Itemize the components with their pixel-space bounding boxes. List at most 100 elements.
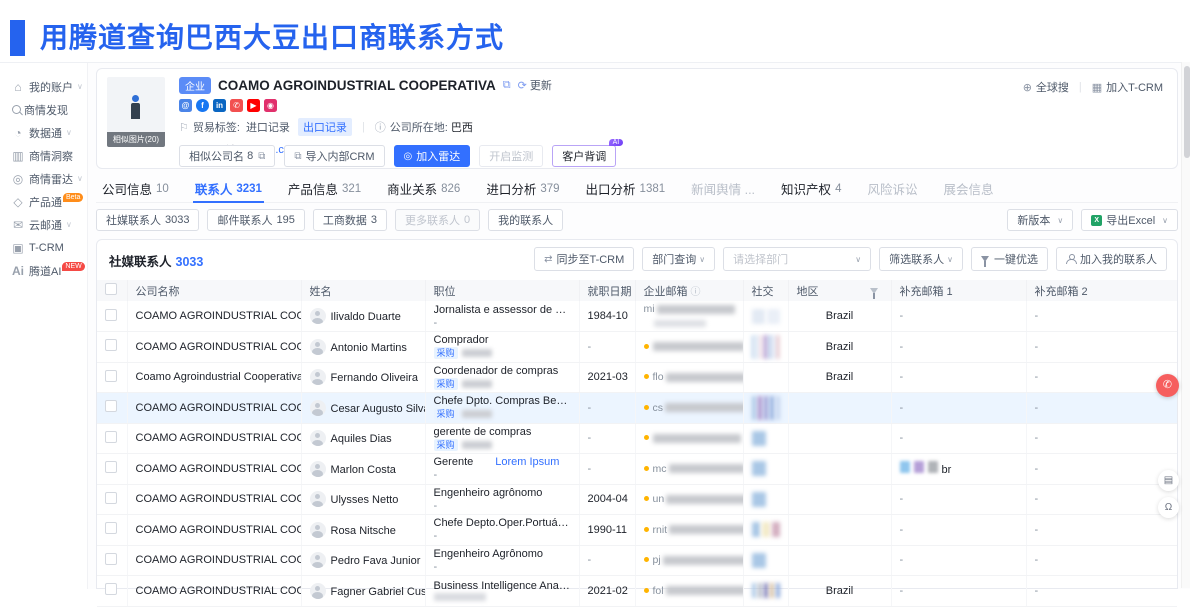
tab-label: 风险诉讼 <box>867 179 917 198</box>
contact-row-4[interactable]: COAMO AGROINDUSTRIAL COOPERAT...Cesar Au… <box>97 393 1177 424</box>
linkedin-icon[interactable]: in <box>213 99 226 112</box>
sidebar-item-4[interactable]: ▥商情洞察 <box>0 144 87 167</box>
import-crm-button[interactable]: ⧉导入内部CRM <box>284 145 384 167</box>
background-check-button[interactable]: 客户背调 AI <box>552 145 616 167</box>
sidebar-item-9[interactable]: Ai腾道AINEW› <box>0 259 87 282</box>
phone-icon[interactable]: ✆ <box>230 99 243 112</box>
contact-row-9[interactable]: COAMO AGROINDUSTRIAL COOPERAT...Pedro Fa… <box>97 545 1177 576</box>
chip-5[interactable]: 我的联系人 <box>488 209 563 231</box>
contact-row-5[interactable]: COAMO AGROINDUSTRIAL COOPERAT...Aquiles … <box>97 423 1177 454</box>
name-cell[interactable]: Ilivaldo Duarte <box>301 301 425 332</box>
chip-2[interactable]: 邮件联系人195 <box>207 209 304 231</box>
filter-contacts-dropdown[interactable]: 筛选联系人∨ <box>879 247 963 271</box>
sidebar-item-1[interactable]: ⌂我的账户∨ <box>0 75 87 98</box>
dept-tag: 采购 <box>434 439 458 451</box>
social-cell <box>743 393 788 424</box>
contact-row-3[interactable]: Coamo Agroindustrial CooperativaFernando… <box>97 362 1177 393</box>
survey-float-icon[interactable]: ▤ <box>1158 470 1179 491</box>
filter-icon[interactable] <box>870 288 878 294</box>
tab-8[interactable]: 知识产权4 <box>779 175 843 202</box>
name-cell[interactable]: Aquiles Dias <box>301 423 425 454</box>
lorem-link[interactable]: Lorem Ipsum <box>495 456 559 468</box>
facebook-icon[interactable]: f <box>196 99 209 112</box>
row-checkbox[interactable] <box>105 461 117 473</box>
export-excel-button[interactable]: X 导出Excel∨ <box>1081 209 1178 231</box>
sidebar-item-label: 数据通 <box>29 125 62 141</box>
contact-row-6[interactable]: COAMO AGROINDUSTRIAL COOPERAT...Marlon C… <box>97 454 1177 485</box>
sidebar-item-label: 产品通 <box>29 194 62 210</box>
contact-row-8[interactable]: COAMO AGROINDUSTRIAL COOPERAT...Rosa Nit… <box>97 515 1177 546</box>
youtube-icon[interactable]: ▶ <box>247 99 260 112</box>
contact-row-1[interactable]: COAMO AGROINDUSTRIAL COOPERAT...Ilivaldo… <box>97 301 1177 332</box>
sidebar-item-7[interactable]: ✉云邮通∨ <box>0 213 87 236</box>
tab-5[interactable]: 进口分析379 <box>484 175 561 202</box>
instagram-icon[interactable]: ◉ <box>264 99 277 112</box>
sidebar-item-6[interactable]: ◇产品通Beta∨ <box>0 190 87 213</box>
version-dropdown[interactable]: 新版本∨ <box>1007 209 1073 231</box>
chevron-down-icon: ∨ <box>77 174 83 183</box>
sidebar-item-5[interactable]: ◎商情雷达∨ <box>0 167 87 190</box>
similar-companies-button[interactable]: 相似公司名 8 ⧉ <box>179 145 275 167</box>
sync-tcrm-button[interactable]: ⇄同步至T-CRM <box>534 247 634 271</box>
tab-7[interactable]: 新闻舆情 ... <box>689 175 757 202</box>
email-cell: flo <box>635 362 743 393</box>
tab-1[interactable]: 公司信息10 <box>100 175 171 202</box>
contact-row-7[interactable]: COAMO AGROINDUSTRIAL COOPERAT...Ulysses … <box>97 484 1177 515</box>
tab-2[interactable]: 联系人3231 <box>193 175 264 202</box>
global-search-button[interactable]: ⊕ 全球搜 <box>1023 79 1069 95</box>
company-photo[interactable]: 相似图片(20) <box>107 77 165 147</box>
join-tcrm-button[interactable]: ▦ 加入T-CRM <box>1092 79 1163 95</box>
row-checkbox[interactable] <box>105 339 117 351</box>
import-icon: ⧉ <box>294 151 301 162</box>
name-cell[interactable]: Fagner Gabriel Custodio de ... <box>301 576 425 607</box>
export-record-tag[interactable]: 出口记录 <box>298 118 352 136</box>
chip-1[interactable]: 社媒联系人3033 <box>96 209 199 231</box>
name-cell[interactable]: Ulysses Netto <box>301 484 425 515</box>
name-cell[interactable]: Rosa Nitsche <box>301 515 425 546</box>
row-checkbox[interactable] <box>105 553 117 565</box>
row-checkbox[interactable] <box>105 431 117 443</box>
contact-row-2[interactable]: COAMO AGROINDUSTRIAL COOPERAT...Antonio … <box>97 332 1177 363</box>
sidebar-item-2[interactable]: 商情发现 <box>0 98 87 121</box>
tab-6[interactable]: 出口分析1381 <box>584 175 668 202</box>
sidebar-item-label: 商情发现 <box>24 102 68 118</box>
row-checkbox[interactable] <box>105 492 117 504</box>
dept-select[interactable]: 请选择部门∨ <box>723 247 871 271</box>
tab-3[interactable]: 产品信息321 <box>286 175 363 202</box>
row-checkbox[interactable] <box>105 400 117 412</box>
row-checkbox[interactable] <box>105 583 117 595</box>
name-cell[interactable]: Marlon Costa <box>301 454 425 485</box>
select-all-checkbox[interactable] <box>105 283 117 295</box>
name-cell[interactable]: Cesar Augusto Silva <box>301 393 425 424</box>
row-checkbox[interactable] <box>105 309 117 321</box>
tab-9[interactable]: 风险诉讼 <box>865 175 919 202</box>
sidebar-item-3[interactable]: ◔数据通∨ <box>0 121 87 144</box>
tab-4[interactable]: 商业关系826 <box>385 175 462 202</box>
customer-service-float-icon[interactable]: ✆ <box>1156 374 1179 397</box>
website-icon[interactable]: @ <box>179 99 192 112</box>
row-checkbox[interactable] <box>105 370 117 382</box>
email-status-dot <box>644 557 649 562</box>
contact-row-10[interactable]: COAMO AGROINDUSTRIAL COOPERAT...Fagner G… <box>97 576 1177 607</box>
page-scrollbar[interactable] <box>1181 62 1190 588</box>
refresh-label[interactable]: 更新 <box>530 77 552 93</box>
copy-icon[interactable]: ⧉ <box>503 79 511 92</box>
add-to-my-contacts-button[interactable]: 加入我的联系人 <box>1056 247 1167 271</box>
join-radar-button[interactable]: ◎加入雷达 <box>394 145 471 167</box>
dept-query-dropdown[interactable]: 部门查询∨ <box>642 247 715 271</box>
sidebar-item-8[interactable]: ▣T-CRM <box>0 236 87 259</box>
row-checkbox[interactable] <box>105 522 117 534</box>
info-icon[interactable]: ⓘ <box>691 287 701 298</box>
one-click-select-button[interactable]: 一键优选 <box>971 247 1048 271</box>
refresh-icon[interactable]: ⟳ <box>518 79 527 92</box>
tab-10[interactable]: 展会信息 <box>941 175 995 202</box>
scrollbar-thumb[interactable] <box>1184 66 1190 158</box>
support-float-icon[interactable]: Ω <box>1158 497 1179 518</box>
chip-3[interactable]: 工商数据3 <box>313 209 387 231</box>
name-cell[interactable]: Fernando Oliveira <box>301 362 425 393</box>
import-record-tag[interactable]: 进口记录 <box>246 119 290 135</box>
tab-label: 进口分析 <box>486 179 536 198</box>
location-value: 巴西 <box>451 119 473 135</box>
name-cell[interactable]: Antonio Martins <box>301 332 425 363</box>
name-cell[interactable]: Pedro Fava Junior <box>301 545 425 576</box>
